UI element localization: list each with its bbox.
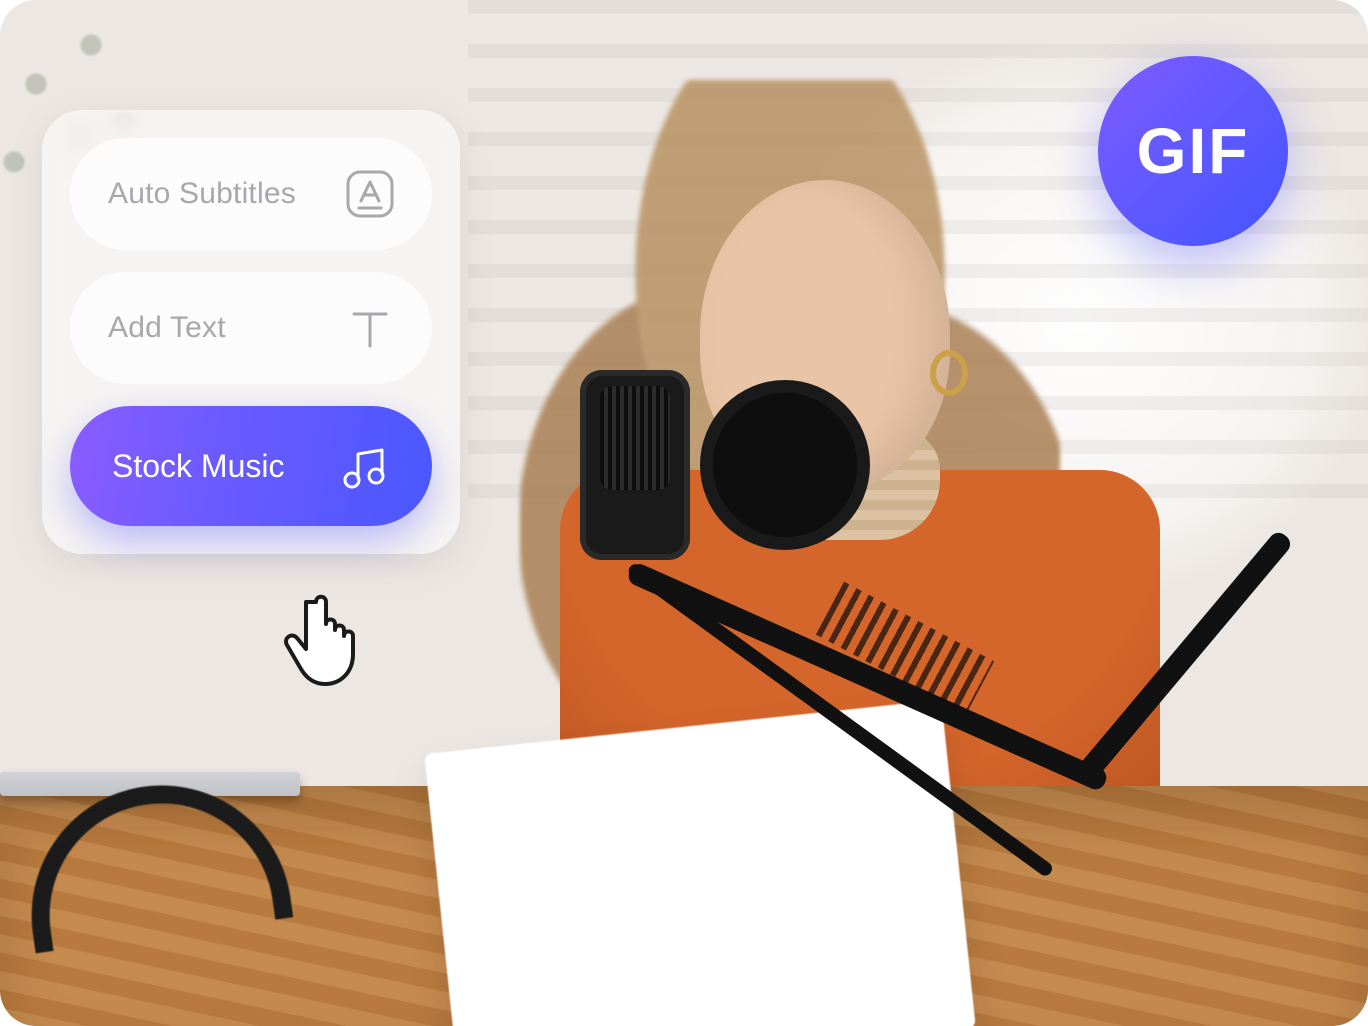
add-text-button[interactable]: Add Text [70,272,432,384]
subtitles-icon [342,166,398,222]
option-label: Stock Music [112,448,284,485]
gif-badge-label: GIF [1137,114,1250,188]
options-panel: Auto Subtitles Add Text S [42,110,460,554]
stock-music-button[interactable]: Stock Music [70,406,432,526]
auto-subtitles-button[interactable]: Auto Subtitles [70,138,432,250]
music-note-icon [338,438,394,494]
text-icon [342,300,398,356]
promo-canvas: GIF Auto Subtitles Add Text [0,0,1368,1026]
option-label: Auto Subtitles [108,177,296,211]
option-label: Add Text [108,311,226,345]
gif-badge: GIF [1098,56,1288,246]
